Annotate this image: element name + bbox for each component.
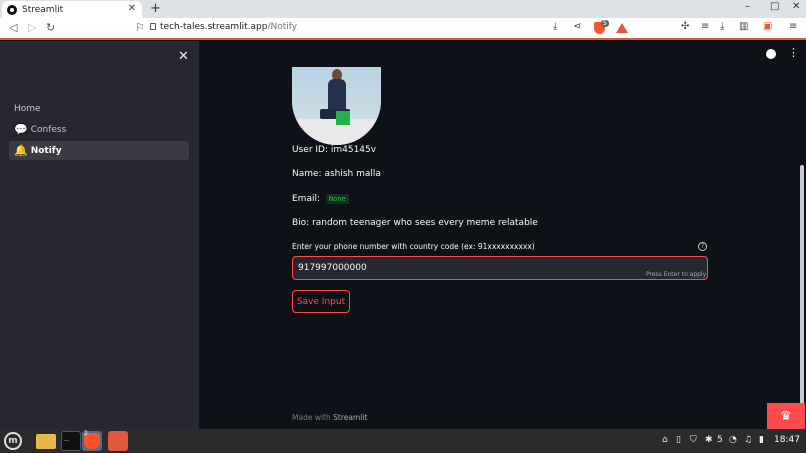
new-tab-button[interactable]: + [150,1,161,16]
battery-icon[interactable]: ▮ [759,435,764,445]
clock: 18:47 [774,435,800,445]
bookmark-icon[interactable]: ⚐ [135,21,145,34]
lock-icon[interactable] [150,23,156,30]
clipboard-icon[interactable]: ▯ [676,435,681,445]
streamlit-menu-icon[interactable]: ⋮ [788,46,799,59]
playlist-icon[interactable]: ≡ [701,21,709,32]
made-with-text: Made with [292,413,331,422]
browser-menu-icon[interactable]: ≡ [789,21,797,32]
reload-icon[interactable]: ↻ [46,21,55,34]
sidebar-item-confess[interactable]: 💬 Confess [9,120,189,139]
download-page-icon[interactable]: ⤓ [553,21,557,32]
email-value-badge: None [325,194,349,204]
wallet-icon[interactable]: ▣ [763,21,772,32]
shield-tray-icon[interactable]: ⛉ [690,435,697,445]
brave-rewards-icon[interactable] [616,23,628,33]
url-host: tech-tales.streamlit.app [160,22,268,32]
maximize-button[interactable]: □ [770,1,779,12]
terminal-icon[interactable]: _ [61,431,81,451]
save-input-button[interactable]: Save Input [292,290,350,313]
footer: Made with Streamlit [292,413,367,422]
extensions-icon[interactable]: ✣ [681,21,689,32]
forward-icon[interactable]: ▷ [28,21,36,34]
help-icon[interactable]: ? [698,242,707,251]
taskbar: m _ 2 ⌂ ▯ ⛉ ✱ 5 ◔ ♫ ▮ 18:47 [0,429,806,453]
mint-menu-icon[interactable]: m [4,432,22,450]
minimize-button[interactable]: – [745,1,750,12]
browser-tab[interactable]: Streamlit ✕ [2,1,142,18]
main-content: ⋮ User ID: im45145v Name: ashish malla E… [199,41,806,429]
sidebar-toggle-icon[interactable]: ▥ [739,21,748,32]
browser-tab-bar: Streamlit ✕ + – □ ✕ [0,0,806,18]
streamlit-link[interactable]: Streamlit [333,413,367,422]
keyboard-layout-icon[interactable]: ⌂ [662,435,668,445]
email-row: Email: None [292,194,349,204]
name-text: Name: ashish malla [292,169,381,179]
window-close-button[interactable]: ✕ [792,1,800,12]
user-id-text: User ID: im45145v [292,145,377,155]
sidebar-item-label: Confess [30,124,67,135]
tray-count: 5 [717,435,723,445]
press-enter-hint: Press Enter to apply [646,271,707,278]
profile-avatar [292,67,381,145]
bio-text: Bio: random teenager who sees every meme… [292,218,538,228]
phone-input-label: Enter your phone number with country cod… [292,242,535,251]
tab-title: Streamlit [22,4,64,15]
sidebar-item-notify[interactable]: 🔔 Notify [9,141,189,160]
url-path: /Notify [267,22,298,32]
back-icon[interactable]: ◁ [9,21,17,34]
sidebar-item-label: Home [14,103,41,114]
folder-icon[interactable] [36,434,56,449]
shield-count-badge: 5 [601,20,609,27]
downloads-icon[interactable]: ⤓ [720,21,724,32]
sidebar-close-icon[interactable]: ✕ [178,49,189,64]
bell-icon: 🔔 [14,144,28,157]
brave-window-count: 2 [84,430,88,437]
scrollbar[interactable] [800,165,804,425]
speech-bubble-icon: 💬 [14,123,28,136]
app-window-icon[interactable] [108,431,128,451]
address-bar: ◁ ▷ ↻ ⚐ tech-tales.streamlit.app/Notify … [0,18,806,40]
streamlit-favicon-icon [7,4,17,15]
tab-close-icon[interactable]: ✕ [128,3,136,14]
sidebar-item-home[interactable]: Home [9,99,189,118]
github-icon[interactable] [766,49,776,59]
bluetooth-icon[interactable]: ✱ [705,435,713,445]
url-field[interactable]: tech-tales.streamlit.app/Notify [160,22,297,32]
sidebar-item-label: Notify [30,145,62,156]
crown-icon[interactable]: ♛ [767,403,805,429]
music-icon[interactable]: ♫ [744,435,752,445]
email-label: Email: [292,194,321,204]
wifi-icon[interactable]: ◔ [729,435,737,445]
sidebar: ✕ Home 💬 Confess 🔔 Notify [0,41,199,429]
share-icon[interactable]: ⋖ [573,21,581,32]
